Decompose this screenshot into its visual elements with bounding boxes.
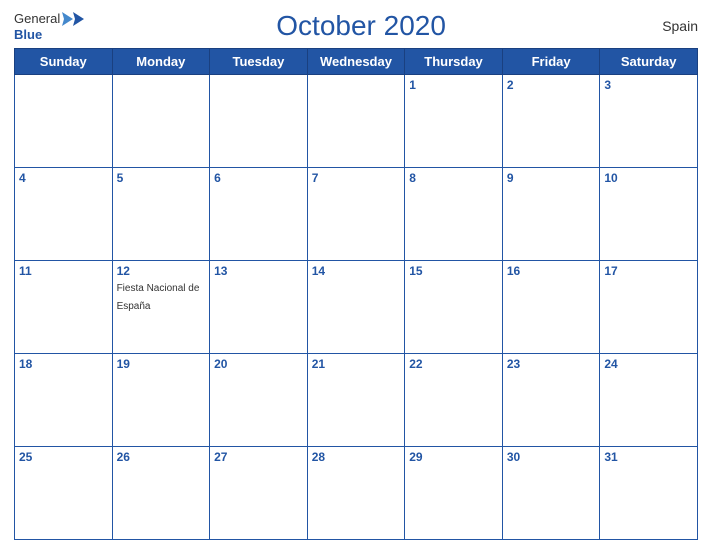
day-number: 30 bbox=[507, 450, 596, 464]
day-number: 18 bbox=[19, 357, 108, 371]
calendar-cell: 8 bbox=[405, 168, 503, 261]
day-number: 3 bbox=[604, 78, 693, 92]
calendar-cell: 9 bbox=[502, 168, 600, 261]
calendar-cell: 17 bbox=[600, 261, 698, 354]
calendar-body: 123456789101112Fiesta Nacional de España… bbox=[15, 75, 698, 540]
logo-blue-text: Blue bbox=[14, 27, 42, 42]
calendar-cell bbox=[210, 75, 308, 168]
day-number: 11 bbox=[19, 264, 108, 278]
week-row-1: 456789 10 bbox=[15, 168, 698, 261]
day-number: 16 bbox=[507, 264, 596, 278]
calendar-cell: 6 bbox=[210, 168, 308, 261]
col-wednesday: Wednesday bbox=[307, 49, 405, 75]
calendar-cell: 25 bbox=[15, 447, 113, 540]
day-number: 17 bbox=[604, 264, 693, 278]
calendar-cell: 20 bbox=[210, 354, 308, 447]
month-title: October 2020 bbox=[84, 10, 638, 42]
calendar-cell: 3 bbox=[600, 75, 698, 168]
calendar-header: General Blue October 2020 Spain bbox=[14, 10, 698, 42]
calendar-cell bbox=[112, 75, 210, 168]
week-row-3: 18 19 20 21 22 23 24 bbox=[15, 354, 698, 447]
col-monday: Monday bbox=[112, 49, 210, 75]
calendar-cell: 18 bbox=[15, 354, 113, 447]
logo: General Blue bbox=[14, 11, 84, 42]
calendar-cell: 31 bbox=[600, 447, 698, 540]
week-row-0: 123 bbox=[15, 75, 698, 168]
calendar-cell: 24 bbox=[600, 354, 698, 447]
day-number: 28 bbox=[312, 450, 401, 464]
calendar-cell: 5 bbox=[112, 168, 210, 261]
day-number: 24 bbox=[604, 357, 693, 371]
logo-general-text: General bbox=[14, 11, 60, 26]
day-number: 31 bbox=[604, 450, 693, 464]
calendar-cell: 7 bbox=[307, 168, 405, 261]
country-label: Spain bbox=[638, 18, 698, 34]
col-tuesday: Tuesday bbox=[210, 49, 308, 75]
day-number: 10 bbox=[604, 171, 693, 185]
week-row-2: 11 12 Fiesta Nacional de España 13 14 15 16 17 bbox=[15, 261, 698, 354]
day-number: 27 bbox=[214, 450, 303, 464]
calendar-cell: 27 bbox=[210, 447, 308, 540]
calendar-cell bbox=[15, 75, 113, 168]
day-number: 6 bbox=[214, 171, 303, 185]
event-label: Fiesta Nacional de España bbox=[117, 283, 200, 312]
calendar-cell: 4 bbox=[15, 168, 113, 261]
day-number: 13 bbox=[214, 264, 303, 278]
day-number: 20 bbox=[214, 357, 303, 371]
day-number: 26 bbox=[117, 450, 206, 464]
day-number: 12 bbox=[117, 264, 206, 278]
day-number: 2 bbox=[507, 78, 596, 92]
day-number: 19 bbox=[117, 357, 206, 371]
calendar-cell: 21 bbox=[307, 354, 405, 447]
week-row-4: 25 26 27 28 29 30 31 bbox=[15, 447, 698, 540]
day-number: 14 bbox=[312, 264, 401, 278]
day-number: 21 bbox=[312, 357, 401, 371]
days-header-row: Sunday Monday Tuesday Wednesday Thursday… bbox=[15, 49, 698, 75]
calendar-cell: 19 bbox=[112, 354, 210, 447]
calendar-cell: 11 bbox=[15, 261, 113, 354]
calendar-cell: 2 bbox=[502, 75, 600, 168]
day-number: 23 bbox=[507, 357, 596, 371]
calendar-cell: 16 bbox=[502, 261, 600, 354]
logo-bird-icon bbox=[62, 11, 84, 27]
col-friday: Friday bbox=[502, 49, 600, 75]
day-number: 8 bbox=[409, 171, 498, 185]
calendar-cell: 26 bbox=[112, 447, 210, 540]
col-sunday: Sunday bbox=[15, 49, 113, 75]
calendar-cell: 14 bbox=[307, 261, 405, 354]
day-number: 9 bbox=[507, 171, 596, 185]
day-number: 5 bbox=[117, 171, 206, 185]
day-number: 7 bbox=[312, 171, 401, 185]
calendar-cell: 30 bbox=[502, 447, 600, 540]
calendar-cell: 22 bbox=[405, 354, 503, 447]
calendar-cell: 28 bbox=[307, 447, 405, 540]
day-number: 25 bbox=[19, 450, 108, 464]
day-number: 15 bbox=[409, 264, 498, 278]
calendar-cell: 1 bbox=[405, 75, 503, 168]
calendar-cell: 23 bbox=[502, 354, 600, 447]
calendar-cell: 13 bbox=[210, 261, 308, 354]
day-number: 1 bbox=[409, 78, 498, 92]
col-saturday: Saturday bbox=[600, 49, 698, 75]
calendar-cell: 12 Fiesta Nacional de España bbox=[112, 261, 210, 354]
day-number: 29 bbox=[409, 450, 498, 464]
calendar-table: Sunday Monday Tuesday Wednesday Thursday… bbox=[14, 48, 698, 540]
day-number: 4 bbox=[19, 171, 108, 185]
calendar-cell: 15 bbox=[405, 261, 503, 354]
calendar-cell: 29 bbox=[405, 447, 503, 540]
day-number: 22 bbox=[409, 357, 498, 371]
calendar-cell bbox=[307, 75, 405, 168]
calendar-cell: 10 bbox=[600, 168, 698, 261]
col-thursday: Thursday bbox=[405, 49, 503, 75]
calendar-page: General Blue October 2020 Spain Sunday M… bbox=[0, 0, 712, 550]
